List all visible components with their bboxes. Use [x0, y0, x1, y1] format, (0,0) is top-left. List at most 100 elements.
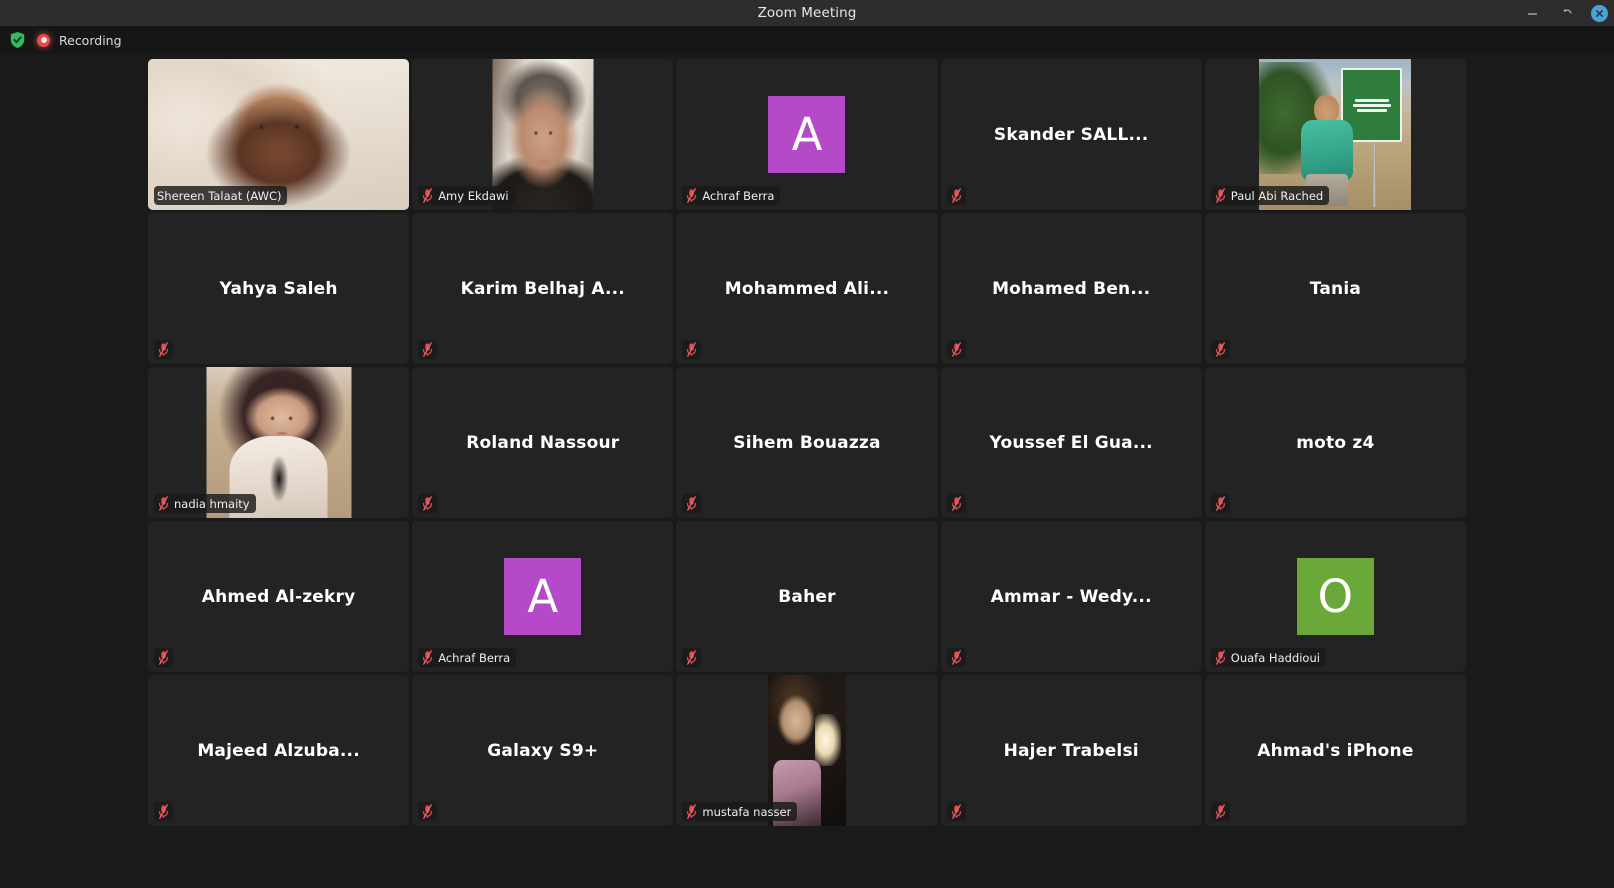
participant-name-badge: mustafa nasser	[682, 802, 798, 821]
participant-status-badge	[1210, 340, 1230, 359]
participant-tile[interactable]: Karim Belhaj A...	[412, 213, 674, 364]
participant-name-badge: nadia hmaity	[154, 494, 256, 513]
muted-mic-icon	[951, 496, 961, 511]
maximize-button[interactable]	[1556, 2, 1578, 24]
participant-name: Karim Belhaj A...	[460, 278, 625, 299]
minimize-button[interactable]	[1521, 2, 1543, 24]
participant-tile[interactable]: Sihem Bouazza	[676, 367, 938, 518]
participant-tile[interactable]: Galaxy S9+	[412, 675, 674, 826]
participant-name: Ahmad's iPhone	[1257, 740, 1414, 761]
muted-mic-icon	[1215, 650, 1225, 665]
participant-name: Youssef El Gua...	[989, 432, 1153, 453]
muted-mic-icon	[158, 804, 169, 819]
participant-name: Baher	[778, 586, 836, 607]
participant-name: Mohammed Ali...	[724, 278, 890, 299]
participant-name: Mohamed Ben...	[992, 278, 1151, 299]
muted-mic-icon	[687, 496, 697, 511]
muted-mic-icon	[951, 188, 961, 203]
sign-post	[1372, 134, 1376, 207]
participant-tile[interactable]: Mohamed Ben...	[940, 213, 1202, 364]
participant-status-badge	[682, 494, 702, 513]
participant-status-badge	[418, 494, 438, 513]
recording-dot-icon	[37, 33, 50, 47]
encryption-shield-icon[interactable]	[5, 28, 29, 52]
participant-status-badge	[682, 648, 702, 667]
participant-tile[interactable]: Yahya Saleh	[148, 213, 410, 364]
muted-mic-icon	[951, 804, 961, 819]
participant-avatar: A	[768, 96, 846, 173]
muted-mic-icon	[1215, 188, 1225, 203]
participant-name-badge: Amy Ekdawi	[418, 186, 515, 205]
participant-tile[interactable]: Majeed Alzuba...	[148, 675, 410, 826]
muted-mic-icon	[951, 342, 961, 357]
participant-tile[interactable]: Baher	[676, 521, 938, 672]
participant-status-badge	[154, 802, 173, 821]
muted-mic-icon	[158, 496, 169, 511]
muted-mic-icon	[423, 496, 433, 511]
participant-status-badge	[1210, 494, 1230, 513]
participant-name-badge: Achraf Berra	[418, 648, 517, 667]
participant-status-badge	[154, 340, 173, 359]
participant-tile[interactable]: Amy Ekdawi	[412, 59, 674, 210]
participant-tile[interactable]: O Ouafa Haddioui	[1204, 521, 1466, 672]
participant-tile[interactable]: nadia hmaity	[148, 367, 410, 518]
window-title: Zoom Meeting	[757, 5, 857, 21]
muted-mic-icon	[687, 804, 697, 819]
participant-name-badge: Paul Abi Rached	[1210, 186, 1330, 205]
participant-tile[interactable]: Paul Abi Rached	[1204, 59, 1466, 210]
participant-tile[interactable]: Roland Nassour	[412, 367, 674, 518]
participant-status-badge	[946, 186, 966, 205]
muted-mic-icon	[423, 650, 433, 665]
muted-mic-icon	[423, 804, 433, 819]
participant-tile[interactable]: Ammar - Wedy...	[940, 521, 1202, 672]
muted-mic-icon	[687, 342, 697, 357]
participant-status-badge	[154, 648, 173, 667]
participant-tile[interactable]: Youssef El Gua...	[940, 367, 1202, 518]
participant-tile[interactable]: Shereen Talaat (AWC)	[148, 59, 410, 210]
participant-status-badge	[682, 340, 702, 359]
participant-avatar: O	[1296, 558, 1374, 635]
participant-status-badge	[946, 802, 966, 821]
window-titlebar: Zoom Meeting	[0, 0, 1614, 26]
participant-tile[interactable]: moto z4	[1204, 367, 1466, 518]
participant-grid: Shereen Talaat (AWC) Amy Ekdawi A Achraf Be…	[148, 59, 1466, 888]
participant-status-badge	[418, 340, 438, 359]
close-button[interactable]	[1591, 4, 1608, 22]
participant-tile[interactable]: Ahmad's iPhone	[1204, 675, 1466, 826]
participant-status-badge	[946, 494, 966, 513]
participant-name: Ouafa Haddioui	[1230, 650, 1320, 665]
participant-name-badge: Ouafa Haddioui	[1210, 648, 1326, 667]
participant-avatar: A	[504, 558, 582, 635]
muted-mic-icon	[687, 188, 697, 203]
participant-name: moto z4	[1296, 432, 1375, 453]
window-controls	[1521, 0, 1608, 26]
participant-name: Achraf Berra	[438, 650, 511, 665]
participant-name: Ammar - Wedy...	[990, 586, 1152, 607]
participant-status-badge	[946, 340, 966, 359]
participant-tile[interactable]: mustafa nasser	[676, 675, 938, 826]
muted-mic-icon	[423, 188, 433, 203]
participant-status-badge	[1210, 802, 1230, 821]
recording-label: Recording	[59, 32, 122, 48]
participant-tile[interactable]: Skander SALL...	[940, 59, 1202, 210]
meeting-status-toolbar: Recording	[0, 26, 1614, 54]
muted-mic-icon	[687, 650, 697, 665]
recording-indicator[interactable]: Recording	[37, 33, 122, 48]
participant-name-badge: Achraf Berra	[682, 186, 781, 205]
participant-name: Majeed Alzuba...	[197, 740, 360, 761]
participant-tile[interactable]: Hajer Trabelsi	[940, 675, 1202, 826]
participant-tile[interactable]: A Achraf Berra	[676, 59, 938, 210]
participant-name: Yahya Saleh	[219, 278, 338, 299]
muted-mic-icon	[1215, 496, 1225, 511]
participant-tile[interactable]: A Achraf Berra	[412, 521, 674, 672]
muted-mic-icon	[158, 342, 169, 357]
muted-mic-icon	[158, 650, 169, 665]
meeting-stage: Shereen Talaat (AWC) Amy Ekdawi A Achraf Be…	[0, 54, 1614, 888]
participant-tile[interactable]: Tania	[1204, 213, 1466, 364]
participant-name: nadia hmaity	[174, 496, 250, 511]
participant-name-badge: Shereen Talaat (AWC)	[154, 186, 288, 205]
participant-status-badge	[418, 802, 438, 821]
participant-tile[interactable]: Ahmed Al-zekry	[148, 521, 410, 672]
participant-tile[interactable]: Mohammed Ali...	[676, 213, 938, 364]
muted-mic-icon	[951, 650, 961, 665]
